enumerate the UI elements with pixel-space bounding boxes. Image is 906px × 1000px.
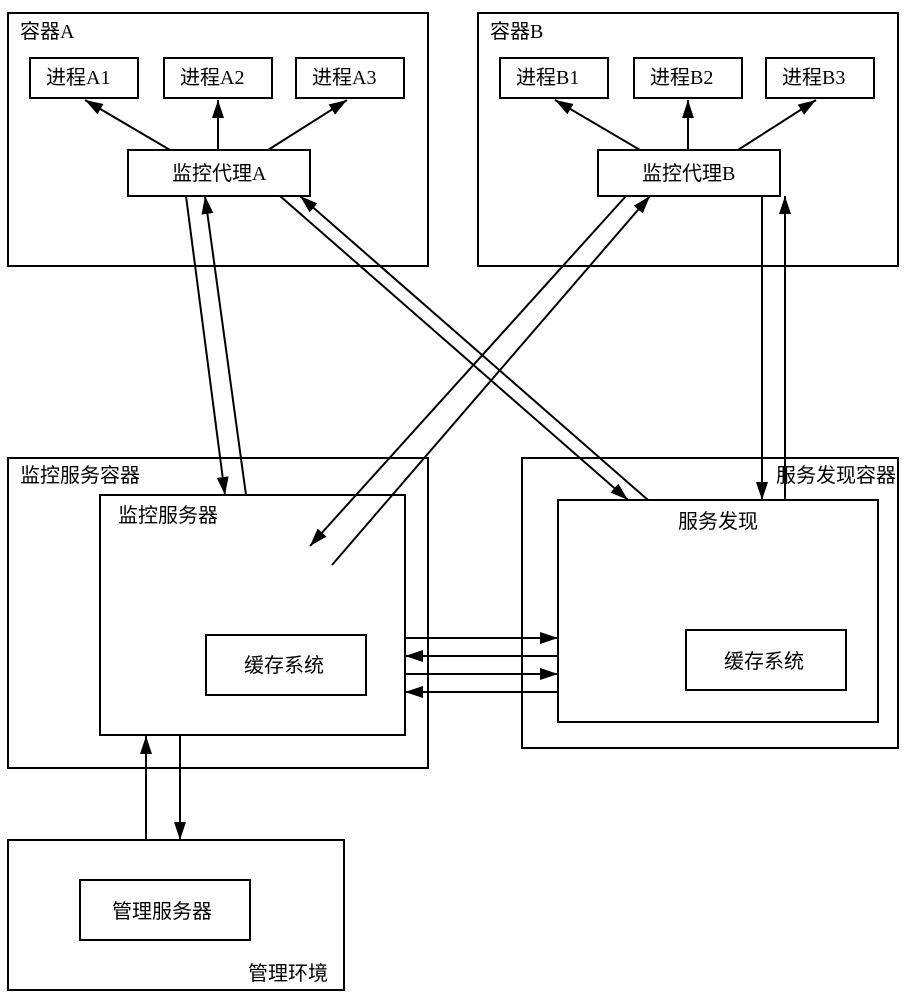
arrow-service-discovery-to-agent-a [300,196,648,500]
management-server-label: 管理服务器 [112,900,212,923]
monitor-server-box [100,495,405,735]
service-cache-label: 缓存系统 [724,650,804,673]
architecture-diagram: 容器A 进程A1 进程A2 进程A3 监控代理A 容器B 进程B1 进程B2 进… [0,0,906,1000]
management-env: 管理环境 管理服务器 [8,840,344,990]
arrow-agent-a-to-a3 [268,100,347,150]
arrow-agent-b-to-b3 [738,100,816,150]
container-b-title: 容器B [490,20,543,43]
monitor-server-label: 监控服务器 [118,504,218,527]
process-b3-label: 进程B3 [782,66,845,89]
service-discovery-box [558,500,878,722]
arrow-monitor-server-to-agent-b [332,196,650,565]
container-b: 容器B 进程B1 进程B2 进程B3 监控代理B [478,13,898,266]
service-discovery-label: 服务发现 [678,510,758,533]
service-discovery-container-title: 服务发现容器 [776,464,896,487]
service-discovery-container: 服务发现容器 服务发现 缓存系统 [522,458,898,748]
monitor-service-container: 监控服务容器 监控服务器 缓存系统 [8,458,428,768]
process-a1-label: 进程A1 [46,66,110,89]
arrow-agent-b-to-monitor-server [310,196,626,546]
container-a: 容器A 进程A1 进程A2 进程A3 监控代理A [8,13,428,266]
arrow-agent-a-to-monitor-server [186,196,225,495]
process-a3-label: 进程A3 [312,66,376,89]
management-env-title: 管理环境 [248,962,328,985]
monitor-agent-b-label: 监控代理B [642,162,735,185]
process-b2-label: 进程B2 [650,66,713,89]
monitor-cache-label: 缓存系统 [244,654,324,677]
arrow-agent-a-to-service-discovery [280,196,628,500]
monitor-service-container-title: 监控服务容器 [20,464,140,487]
arrow-monitor-server-to-agent-a [205,196,246,495]
process-a2-label: 进程A2 [180,66,244,89]
process-b1-label: 进程B1 [516,66,579,89]
arrow-agent-b-to-b1 [555,100,640,150]
monitor-agent-a-label: 监控代理A [172,162,267,185]
container-a-title: 容器A [20,20,75,43]
arrow-agent-a-to-a1 [85,100,170,150]
